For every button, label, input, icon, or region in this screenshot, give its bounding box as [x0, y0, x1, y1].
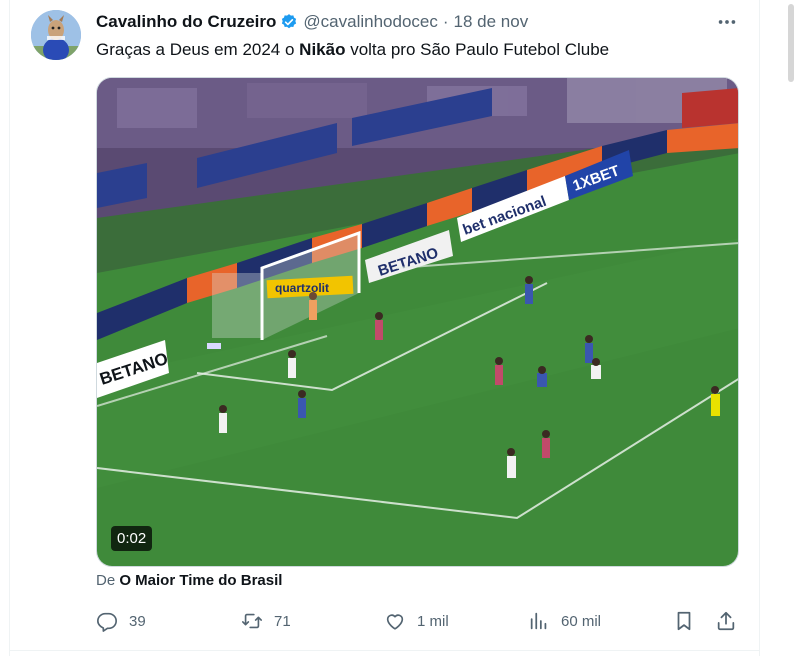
tweet-divider — [10, 650, 759, 651]
tweet-text-end: volta pro São Paulo Futebol Clube — [345, 40, 610, 59]
retweet-count: 71 — [274, 612, 291, 630]
tweet-actions: 39 71 1 mil 60 mil — [96, 606, 744, 636]
video-source: De O Maior Time do Brasil — [96, 572, 282, 589]
reply-button[interactable]: 39 — [96, 606, 146, 636]
heart-icon — [386, 614, 404, 630]
video-player[interactable]: BETANO BETANO bet nacional 1XBET quartzo… — [96, 77, 739, 567]
verified-badge-icon[interactable] — [280, 13, 298, 31]
reply-icon — [97, 612, 117, 632]
video-frame-football-pitch: BETANO BETANO bet nacional 1XBET quartzo… — [97, 78, 738, 566]
tweet-date[interactable]: 18 de nov — [454, 12, 529, 32]
like-button[interactable]: 1 mil — [384, 606, 449, 636]
reply-count: 39 — [129, 612, 146, 630]
share-button[interactable] — [715, 606, 737, 636]
view-count: 60 mil — [561, 612, 602, 630]
author-handle[interactable]: @cavalinhodocec — [303, 12, 437, 32]
timeline-left-border — [9, 0, 10, 656]
views-button[interactable]: 60 mil — [528, 606, 601, 636]
like-count: 1 mil — [417, 612, 449, 630]
more-horizontal-icon — [718, 20, 736, 24]
pitch-banner-quartzolit: quartzolit — [275, 281, 329, 295]
tweet-text-start: Graças a Deus em 2024 o — [96, 40, 300, 59]
author-avatar[interactable] — [31, 10, 81, 60]
tweet-header: Cavalinho do Cruzeiro @cavalinhodocec · … — [96, 11, 528, 33]
video-source-link[interactable]: O Maior Time do Brasil — [119, 572, 282, 589]
timeline-right-border — [759, 0, 760, 656]
video-source-prefix: De — [96, 572, 120, 589]
tweet-text: Graças a Deus em 2024 o Nikão volta pro … — [96, 38, 609, 62]
retweet-icon — [242, 613, 262, 629]
more-options-button[interactable] — [714, 10, 740, 34]
retweet-button[interactable]: 71 — [241, 606, 291, 636]
share-icon — [717, 611, 735, 631]
bookmark-icon — [677, 611, 691, 631]
scrollbar-thumb[interactable] — [788, 4, 794, 82]
analytics-icon — [530, 612, 547, 630]
separator-dot: · — [442, 12, 449, 31]
tweet-text-bold: Nikão — [299, 40, 346, 59]
video-timestamp: 0:02 — [111, 526, 153, 551]
author-name[interactable]: Cavalinho do Cruzeiro — [96, 12, 276, 32]
bookmark-button[interactable] — [673, 606, 695, 636]
